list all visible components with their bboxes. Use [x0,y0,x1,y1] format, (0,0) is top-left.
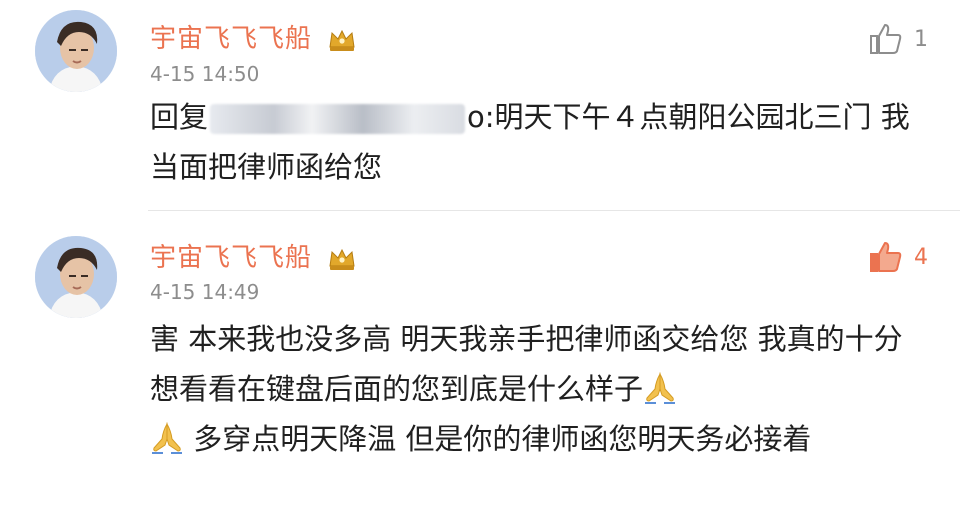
praying-hands-emoji [643,370,677,404]
thumbs-up-icon [870,242,902,272]
like-button[interactable]: 4 [868,240,928,274]
blurred-mention [210,104,466,134]
like-button[interactable]: 1 [868,22,928,56]
user-avatar[interactable] [35,236,117,318]
comment-feed: 宇宙飞飞飞船 4-15 14:50 1 回复 o:明天下午４点朝阳公园北三门 我当… [0,0,960,521]
comment-item: 宇宙飞飞飞船 4-15 14:50 1 回复 o:明天下午４点朝阳公园北三门 我当… [0,0,960,212]
comment-timestamp: 4-15 14:49 [150,280,260,304]
user-avatar[interactable] [35,10,117,92]
comment-timestamp: 4-15 14:50 [150,62,260,86]
thumbs-up-icon [870,24,902,54]
comment-text: 回复 o:明天下午４点朝阳公园北三门 我当面把律师函给您 [150,100,910,184]
like-count: 4 [914,244,928,270]
vip-crown-icon [327,246,357,272]
avatar-portrait-icon [35,236,117,318]
praying-hands-emoji [150,420,184,454]
comment-item: 宇宙飞飞飞船 4-15 14:49 4 害 本来我也没多高 明天我亲手把律师函交… [0,214,960,521]
username[interactable]: 宇宙飞飞飞船 [150,18,357,55]
comment-text: 害 本来我也没多高 明天我亲手把律师函交给您 我真的十分想看看在键盘后面的您到底… [150,322,903,456]
comment-divider [148,210,960,211]
username[interactable]: 宇宙飞飞飞船 [150,237,357,274]
vip-crown-icon [327,27,357,53]
avatar-portrait-icon [35,10,117,92]
like-count: 1 [914,26,928,52]
